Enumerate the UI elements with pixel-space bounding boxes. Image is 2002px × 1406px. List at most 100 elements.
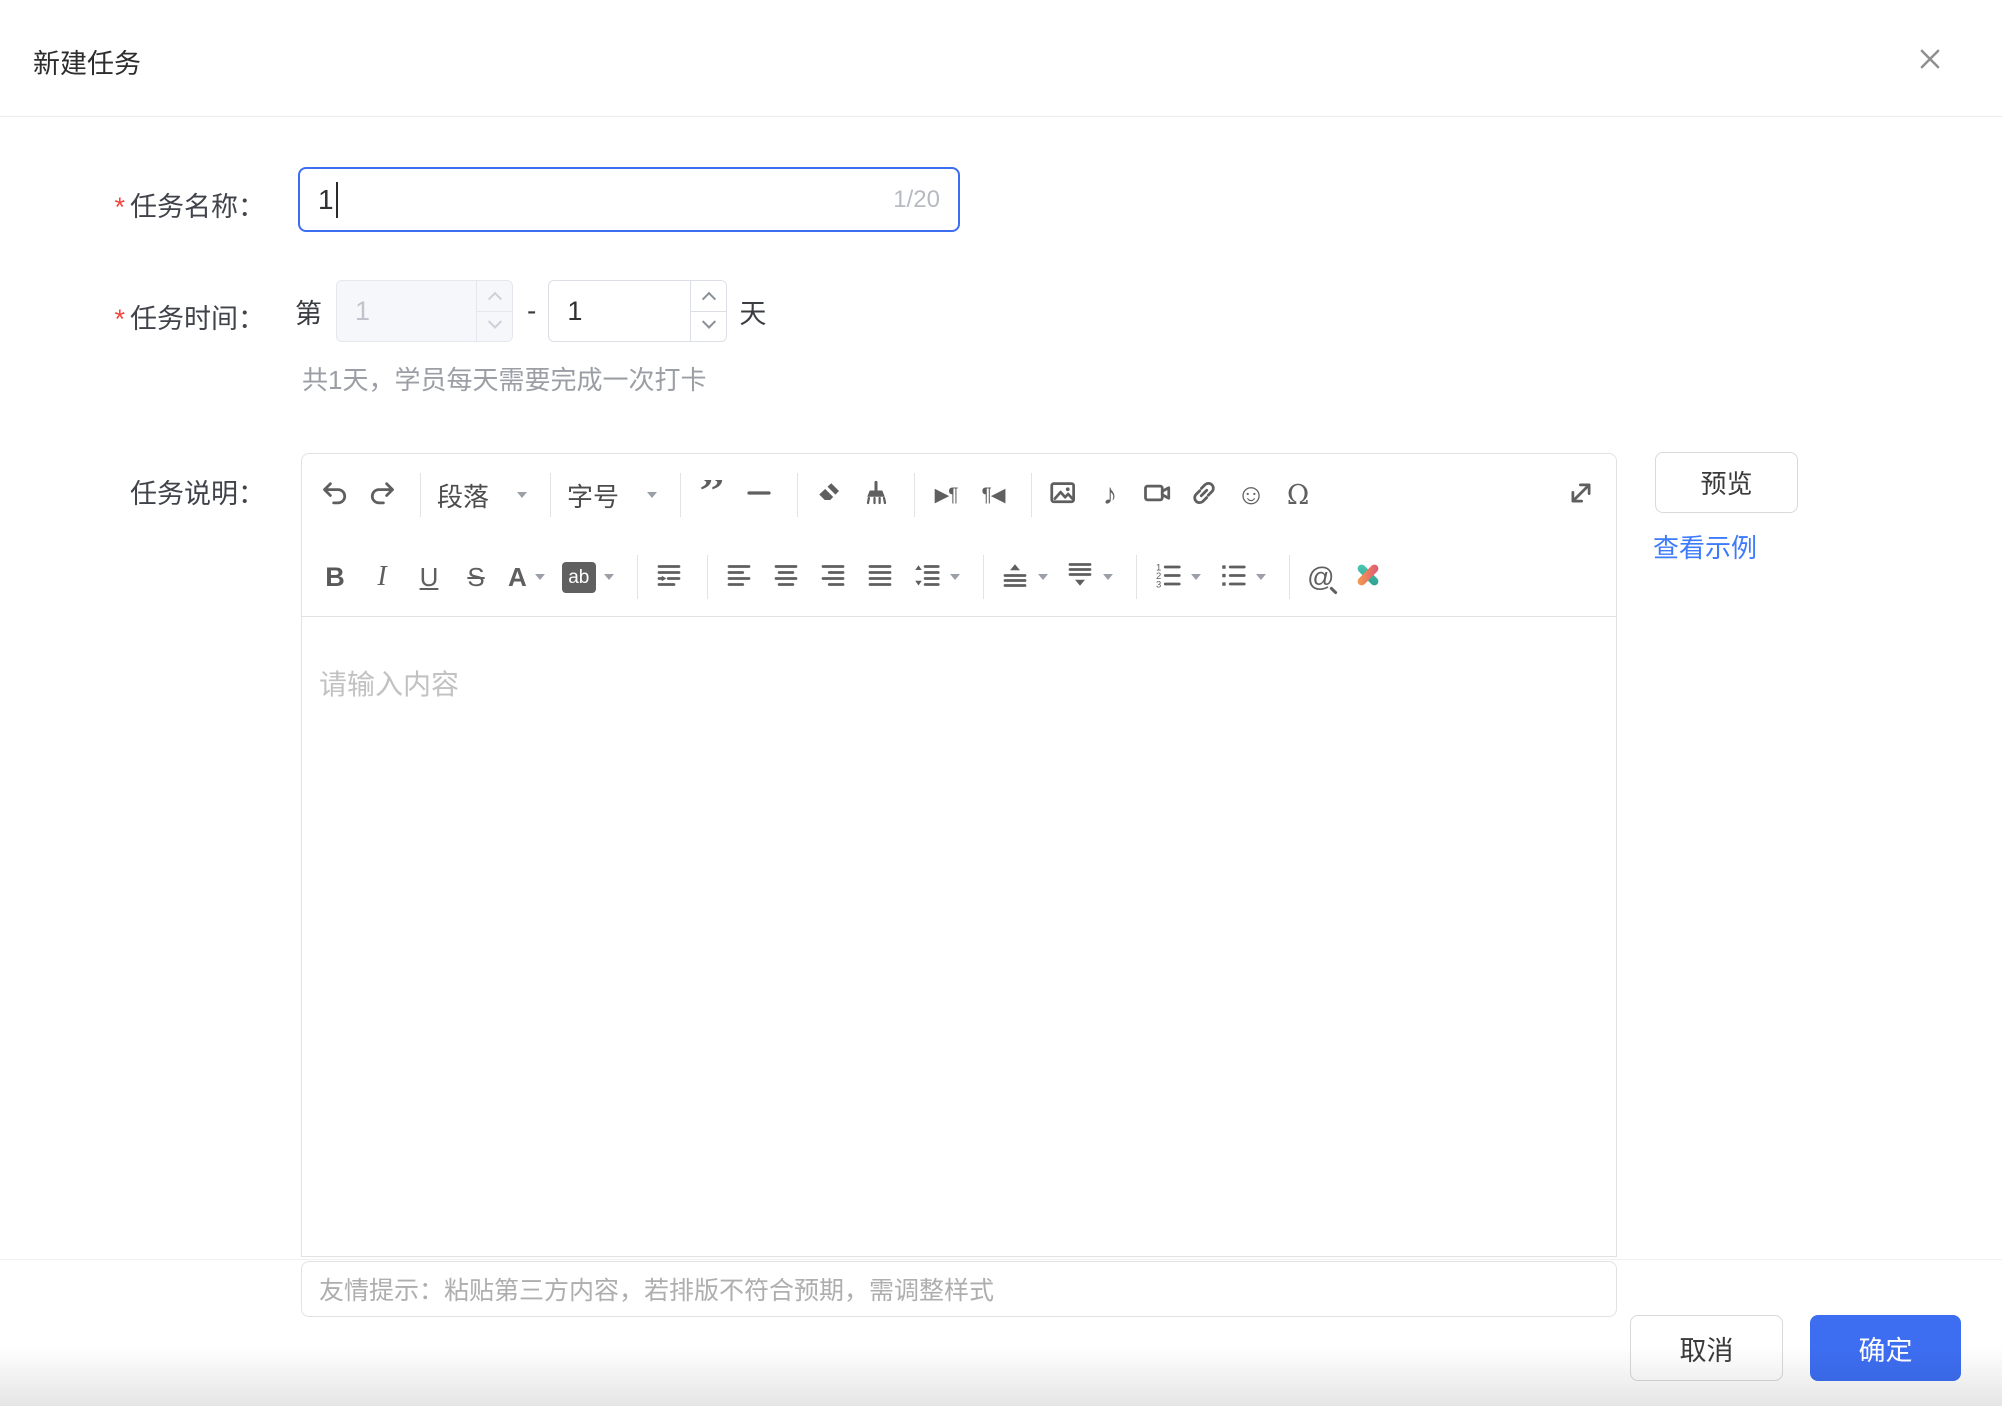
- task-name-input[interactable]: 1 1/20: [298, 167, 960, 232]
- first-line-indent-button[interactable]: [652, 553, 686, 601]
- toolbar-separator: [680, 473, 682, 517]
- paragraph-select-button[interactable]: 段落: [435, 471, 529, 519]
- font-color-button[interactable]: A: [506, 553, 547, 601]
- highlight-button[interactable]: ab: [560, 553, 616, 601]
- align-left-icon: [724, 560, 754, 594]
- close-button[interactable]: [1908, 40, 1952, 80]
- emoji-button[interactable]: ☺: [1234, 471, 1268, 519]
- align-justify-button[interactable]: [863, 553, 897, 601]
- stepper-controls: [690, 281, 727, 341]
- preview-button[interactable]: 预览: [1655, 452, 1798, 513]
- indent-icon: ▶¶: [934, 484, 959, 506]
- undo-button[interactable]: [318, 471, 352, 519]
- underline-button[interactable]: U: [412, 553, 446, 601]
- task-name-value: 1: [318, 183, 334, 215]
- first-line-indent-icon: [654, 560, 684, 594]
- required-asterisk: *: [114, 304, 125, 334]
- chevron-down-icon: [647, 492, 658, 498]
- link-button[interactable]: [1187, 471, 1221, 519]
- increase-button[interactable]: [691, 281, 727, 312]
- confirm-button[interactable]: 确定: [1810, 1315, 1961, 1381]
- italic-button[interactable]: I: [365, 553, 399, 601]
- line-height-button[interactable]: [910, 553, 962, 601]
- required-asterisk: *: [114, 192, 125, 222]
- audio-button[interactable]: ♪: [1093, 471, 1127, 519]
- align-justify-icon: [865, 560, 895, 594]
- italic-icon: I: [377, 561, 387, 592]
- font-size-select-button[interactable]: 字号: [565, 471, 659, 519]
- editor-tip-bar: 友情提示：粘贴第三方内容，若排版不符合预期，需调整样式: [301, 1261, 1617, 1317]
- task-name-label: * 任务名称：: [114, 192, 265, 222]
- margin-bottom-button[interactable]: [1063, 553, 1115, 601]
- ordered-list-button[interactable]: 123: [1151, 553, 1203, 601]
- redo-button[interactable]: [365, 471, 399, 519]
- time-suffix: 天: [739, 298, 767, 329]
- word-import-icon: [1353, 560, 1383, 594]
- task-desc-label: 任务说明：: [130, 479, 265, 509]
- align-left-button[interactable]: [722, 553, 756, 601]
- align-center-icon: [771, 560, 801, 594]
- image-icon: [1048, 478, 1078, 512]
- margin-bottom-icon: [1065, 560, 1095, 594]
- fullscreen-button[interactable]: [1564, 471, 1598, 519]
- chevron-down-icon: [517, 492, 528, 498]
- chevron-up-icon: [487, 291, 502, 306]
- horizontal-rule-button[interactable]: [742, 471, 776, 519]
- time-prefix: 第: [295, 298, 322, 329]
- view-example-link[interactable]: 查看示例: [1653, 528, 1757, 565]
- decrease-button[interactable]: [477, 311, 512, 341]
- start-day-stepper: 1: [336, 280, 513, 342]
- toolbar-separator: [550, 473, 552, 517]
- chevron-down-icon: [1102, 574, 1113, 580]
- chevron-down-icon: [603, 574, 614, 580]
- dialog-title: 新建任务: [33, 49, 141, 79]
- unordered-list-button[interactable]: [1216, 553, 1268, 601]
- horizontal-rule-icon: [744, 478, 774, 512]
- dialog-header: 新建任务: [0, 0, 2002, 117]
- increase-button[interactable]: [477, 281, 512, 312]
- image-button[interactable]: [1046, 471, 1080, 519]
- strikethrough-icon: S: [467, 562, 485, 592]
- strikethrough-button[interactable]: S: [459, 553, 493, 601]
- word-import-button[interactable]: [1351, 553, 1385, 601]
- indent-button[interactable]: ▶¶: [929, 471, 963, 519]
- chevron-down-icon: [534, 574, 545, 580]
- toolbar-separator: [420, 473, 421, 517]
- editor-content-area[interactable]: 请输入内容: [301, 617, 1617, 1257]
- ordered-list-icon: 123: [1153, 560, 1183, 594]
- font-color-icon: A: [508, 562, 527, 592]
- blockquote-button[interactable]: ”: [695, 471, 729, 519]
- video-button[interactable]: [1140, 471, 1174, 519]
- align-right-button[interactable]: [816, 553, 850, 601]
- editor-placeholder: 请输入内容: [319, 669, 460, 700]
- toolbar-row-2: B I U S Aab 1 2 3 @: [302, 536, 1616, 618]
- chevron-down-icon: [701, 314, 716, 330]
- align-center-button[interactable]: [769, 553, 803, 601]
- special-character-button[interactable]: Ω: [1281, 471, 1315, 519]
- audio-icon: ♪: [1102, 478, 1118, 511]
- video-icon: [1142, 478, 1172, 512]
- format-brush-button[interactable]: [859, 471, 893, 519]
- link-icon: [1189, 478, 1219, 512]
- bold-button[interactable]: B: [318, 553, 352, 601]
- paragraph-select-label: 段落: [437, 481, 490, 512]
- clear-format-button[interactable]: [812, 471, 846, 519]
- editor-toolbar: 段落 字号 ” ▶¶ ¶◀ ♪ ☺ Ω B I U S Aab 1 2 3 @: [301, 453, 1617, 617]
- svg-text:3: 3: [1156, 579, 1161, 590]
- dialog-footer-divider: [0, 1259, 2002, 1260]
- unordered-list-icon: [1218, 560, 1248, 594]
- toolbar-separator: [636, 555, 638, 599]
- toolbar-separator: [982, 555, 984, 599]
- toolbar-separator: [914, 473, 916, 517]
- search-at-button[interactable]: @: [1304, 553, 1338, 601]
- cancel-button[interactable]: 取消: [1630, 1315, 1783, 1381]
- toolbar-separator: [1288, 555, 1290, 599]
- decrease-button[interactable]: [691, 311, 727, 341]
- task-time-row: 第 1 - 1 天: [295, 280, 766, 342]
- chevron-down-icon: [949, 574, 960, 580]
- task-time-label: * 任务时间：: [114, 304, 265, 334]
- fullscreen-icon: [1566, 478, 1596, 512]
- margin-top-button[interactable]: [998, 553, 1050, 601]
- end-day-stepper[interactable]: 1: [548, 280, 728, 342]
- outdent-button[interactable]: ¶◀: [976, 471, 1010, 519]
